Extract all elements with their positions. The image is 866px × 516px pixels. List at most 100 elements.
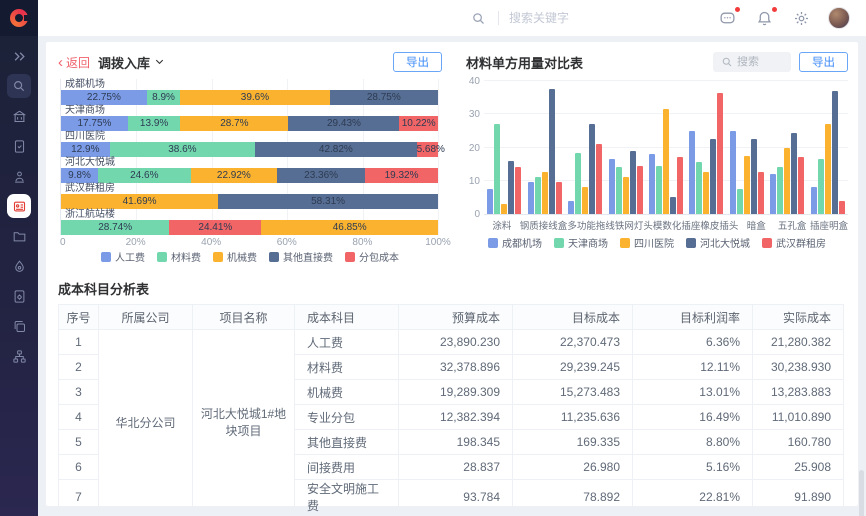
sidebar-droplet-icon[interactable] (7, 254, 31, 278)
bar[interactable] (710, 139, 716, 214)
app-logo[interactable] (0, 0, 38, 36)
bar[interactable] (568, 201, 574, 214)
sidebar-expand-icon[interactable] (7, 44, 31, 68)
table-header-cell[interactable]: 项目名称 (193, 305, 295, 330)
bar[interactable] (730, 131, 736, 214)
bar[interactable] (825, 124, 831, 214)
bar-segment[interactable]: 24.6% (98, 168, 191, 183)
table-row[interactable]: 1华北分公司河北大悦城1#地块项目人工费23,890.23022,370.473… (59, 330, 844, 355)
stacked-bar[interactable]: 9.8%24.6%22.92%23.36%19.32% (61, 168, 438, 183)
bar[interactable] (784, 148, 790, 215)
legend-item[interactable]: 河北大悦城 (686, 235, 750, 250)
bar[interactable] (696, 162, 702, 214)
bar-segment[interactable]: 19.32% (365, 168, 438, 183)
table-header-cell[interactable]: 成本科目 (295, 305, 399, 330)
bar[interactable] (494, 124, 500, 214)
bar[interactable] (515, 167, 521, 214)
bar[interactable] (623, 177, 629, 214)
bar[interactable] (589, 124, 595, 214)
bar[interactable] (811, 187, 817, 214)
table-header-cell[interactable]: 实际成本 (753, 305, 844, 330)
bar-segment[interactable]: 22.92% (191, 168, 277, 183)
stacked-bar[interactable]: 22.75%8.9%39.6%28.75% (61, 90, 438, 105)
bar-segment[interactable]: 41.69% (61, 194, 218, 209)
sidebar-document-gear-icon[interactable] (7, 284, 31, 308)
bar[interactable] (677, 157, 683, 214)
table-header-cell[interactable]: 目标成本 (513, 305, 633, 330)
bar-segment[interactable]: 10.22% (399, 116, 438, 131)
export-button-left[interactable]: 导出 (393, 52, 442, 72)
bar[interactable] (703, 172, 709, 214)
bar[interactable] (770, 174, 776, 214)
bar-segment[interactable]: 28.75% (330, 90, 438, 105)
bar-segment[interactable]: 46.85% (261, 220, 438, 235)
chevron-down-icon[interactable] (154, 55, 165, 70)
legend-item[interactable]: 天津商场 (554, 235, 608, 250)
bar[interactable] (649, 154, 655, 214)
bar-segment[interactable]: 9.8% (61, 168, 98, 183)
bar[interactable] (616, 167, 622, 214)
bar[interactable] (609, 159, 615, 214)
bar-segment[interactable]: 12.9% (61, 142, 110, 157)
bar-segment[interactable]: 8.9% (147, 90, 181, 105)
stacked-bar[interactable]: 41.69%58.31% (61, 194, 438, 209)
bar[interactable] (777, 167, 783, 214)
bar[interactable] (556, 182, 562, 214)
bar-segment[interactable]: 38.6% (110, 142, 256, 157)
export-button-right[interactable]: 导出 (799, 52, 848, 72)
bar[interactable] (549, 89, 555, 214)
notifications-icon[interactable] (756, 10, 773, 27)
search-icon[interactable] (471, 11, 486, 26)
bar-segment[interactable]: 13.9% (128, 116, 180, 131)
legend-item[interactable]: 分包成本 (345, 249, 399, 264)
back-button[interactable]: ‹返回 (58, 54, 90, 71)
table-header-cell[interactable]: 所属公司 (99, 305, 193, 330)
bar[interactable] (535, 177, 541, 214)
legend-item[interactable]: 其他直接费 (269, 249, 333, 264)
bar-segment[interactable]: 58.31% (218, 194, 438, 209)
sidebar-folder-icon[interactable] (7, 224, 31, 248)
bar-segment[interactable]: 17.75% (61, 116, 128, 131)
bar-segment[interactable]: 24.41% (169, 220, 261, 235)
global-search-input[interactable] (509, 11, 629, 25)
bar[interactable] (798, 157, 804, 214)
bar[interactable] (737, 189, 743, 214)
legend-item[interactable]: 材料费 (157, 249, 201, 264)
bar[interactable] (791, 133, 797, 214)
stacked-bar[interactable]: 28.74%24.41%46.85% (61, 220, 438, 235)
settings-icon[interactable] (793, 10, 810, 27)
table-header-cell[interactable]: 预算成本 (399, 305, 513, 330)
sidebar-copy-icon[interactable] (7, 314, 31, 338)
table-header-cell[interactable]: 序号 (59, 305, 99, 330)
legend-item[interactable]: 成都机场 (488, 235, 542, 250)
bar[interactable] (637, 166, 643, 214)
bar-segment[interactable]: 22.75% (61, 90, 147, 105)
bar[interactable] (663, 109, 669, 214)
bar-segment[interactable]: 28.74% (61, 220, 169, 235)
stacked-bar[interactable]: 17.75%13.9%28.7%29.43%10.22% (61, 116, 438, 131)
stacked-bar[interactable]: 12.9%38.6%42.82%5.68% (61, 142, 438, 157)
bar[interactable] (487, 189, 493, 214)
bar[interactable] (582, 187, 588, 214)
bar[interactable] (717, 93, 723, 214)
bar-segment[interactable]: 23.36% (277, 168, 365, 183)
sidebar-document-check-icon[interactable] (7, 134, 31, 158)
bar-segment[interactable]: 28.7% (180, 116, 288, 131)
bar[interactable] (508, 161, 514, 214)
bar[interactable] (656, 166, 662, 214)
sidebar-id-card-icon-active[interactable] (7, 194, 31, 218)
bar[interactable] (575, 153, 581, 215)
messages-icon[interactable] (719, 10, 736, 27)
bar[interactable] (630, 151, 636, 214)
legend-item[interactable]: 四川医院 (620, 235, 674, 250)
bar-segment[interactable]: 39.6% (180, 90, 329, 105)
legend-item[interactable]: 机械费 (213, 249, 257, 264)
bar[interactable] (670, 197, 676, 214)
bar-segment[interactable]: 29.43% (288, 116, 399, 131)
bar[interactable] (758, 172, 764, 214)
vertical-scrollbar-thumb[interactable] (859, 470, 864, 516)
bar[interactable] (528, 182, 534, 214)
bar[interactable] (542, 172, 548, 214)
bar[interactable] (744, 156, 750, 214)
material-search-box[interactable] (713, 52, 791, 72)
